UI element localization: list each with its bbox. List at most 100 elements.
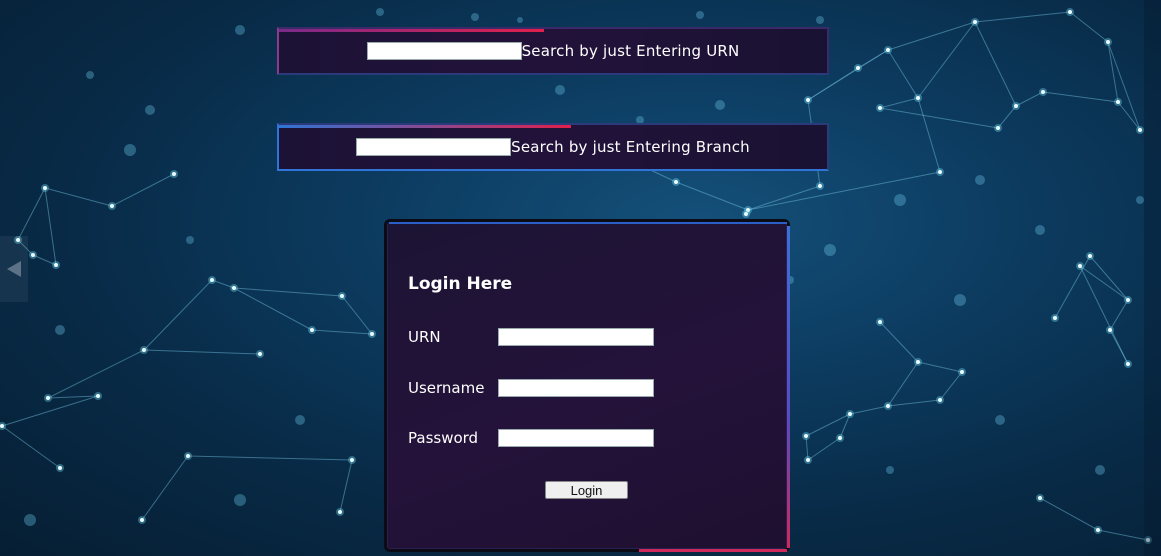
network-link [1079,265,1129,365]
username-input[interactable] [498,379,654,397]
bokeh-dot [234,494,246,506]
network-link [879,97,919,109]
search-by-branch-bar: Search by just Entering Branch [277,123,829,171]
network-node [1138,128,1142,132]
search-urn-label: Search by just Entering URN [521,42,740,60]
network-node [43,186,47,190]
network-node [1078,264,1082,268]
network-node [973,20,977,24]
network-link [1089,255,1129,301]
network-node [916,360,920,364]
network-link [187,455,353,461]
network-link [233,287,343,297]
network-link [887,21,976,51]
bokeh-dot [124,144,136,156]
login-button[interactable]: Login [545,481,628,499]
network-node [886,404,890,408]
bar-accent [279,125,571,128]
search-branch-input[interactable] [356,138,512,156]
network-node [1041,90,1045,94]
network-link [1117,101,1141,131]
network-link [141,455,189,521]
network-node [848,412,852,416]
username-label: Username [408,379,485,397]
network-node [818,184,822,188]
carousel-prev-button[interactable] [0,236,28,302]
right-edge-strip [1144,0,1161,556]
network-link [1042,91,1119,103]
network-node [338,510,342,514]
network-link [339,459,353,513]
bokeh-dot [715,100,725,110]
network-link [917,361,963,373]
network-node [996,126,1000,130]
bokeh-dot [235,25,245,35]
urn-input[interactable] [498,328,654,346]
network-link [17,187,46,241]
network-link [1097,529,1149,541]
bokeh-dot [816,16,824,24]
network-link [879,107,999,129]
network-node [878,320,882,324]
network-node [370,332,374,336]
network-node [838,436,842,440]
login-panel: Login Here URN Username Password Login [384,219,790,552]
bokeh-dot [186,236,194,244]
network-node [340,294,344,298]
network-node [744,212,748,216]
panel-edge-right [787,226,790,548]
network-link [1109,329,1129,365]
network-link [233,287,313,331]
network-node [1116,100,1120,104]
network-link [1015,91,1044,107]
network-node [806,98,810,102]
network-link [1109,299,1129,331]
password-label: Password [408,429,479,447]
network-link [805,413,851,437]
search-urn-input[interactable] [366,42,522,60]
bokeh-dot [696,11,704,19]
network-node [54,263,58,267]
urn-label: URN [408,328,441,346]
network-node [1096,528,1100,532]
panel-edge-bottom [639,549,787,552]
bokeh-dot [295,415,305,425]
bokeh-dot [954,294,966,306]
network-node [886,48,890,52]
network-node [1126,362,1130,366]
network-node [960,370,964,374]
login-title: Login Here [408,274,513,294]
bokeh-dot [55,325,65,335]
network-node [140,518,144,522]
chevron-left-icon [7,261,21,277]
network-link [675,181,749,211]
network-link [47,349,145,399]
password-input[interactable] [498,429,654,447]
network-link [1069,11,1109,43]
urn-field-row: URN [408,328,654,346]
network-node [172,172,176,176]
network-node [58,466,62,470]
network-link [1079,265,1129,301]
network-link [887,399,941,407]
network-node [258,352,262,356]
network-node [31,253,35,257]
network-link [1,425,61,469]
network-node [1038,496,1042,500]
network-link [807,437,841,461]
network-link [939,371,963,401]
panel-edge-top [389,222,787,224]
network-node [46,396,50,400]
network-link [1107,41,1141,131]
bokeh-dot [824,244,836,256]
network-node [142,348,146,352]
bokeh-dot [376,8,384,16]
network-link [44,187,57,266]
network-node [916,96,920,100]
network-node [96,394,100,398]
network-link [1107,41,1119,103]
bokeh-dot [894,194,906,206]
network-node [804,434,808,438]
network-node [1106,40,1110,44]
network-node [1126,298,1130,302]
